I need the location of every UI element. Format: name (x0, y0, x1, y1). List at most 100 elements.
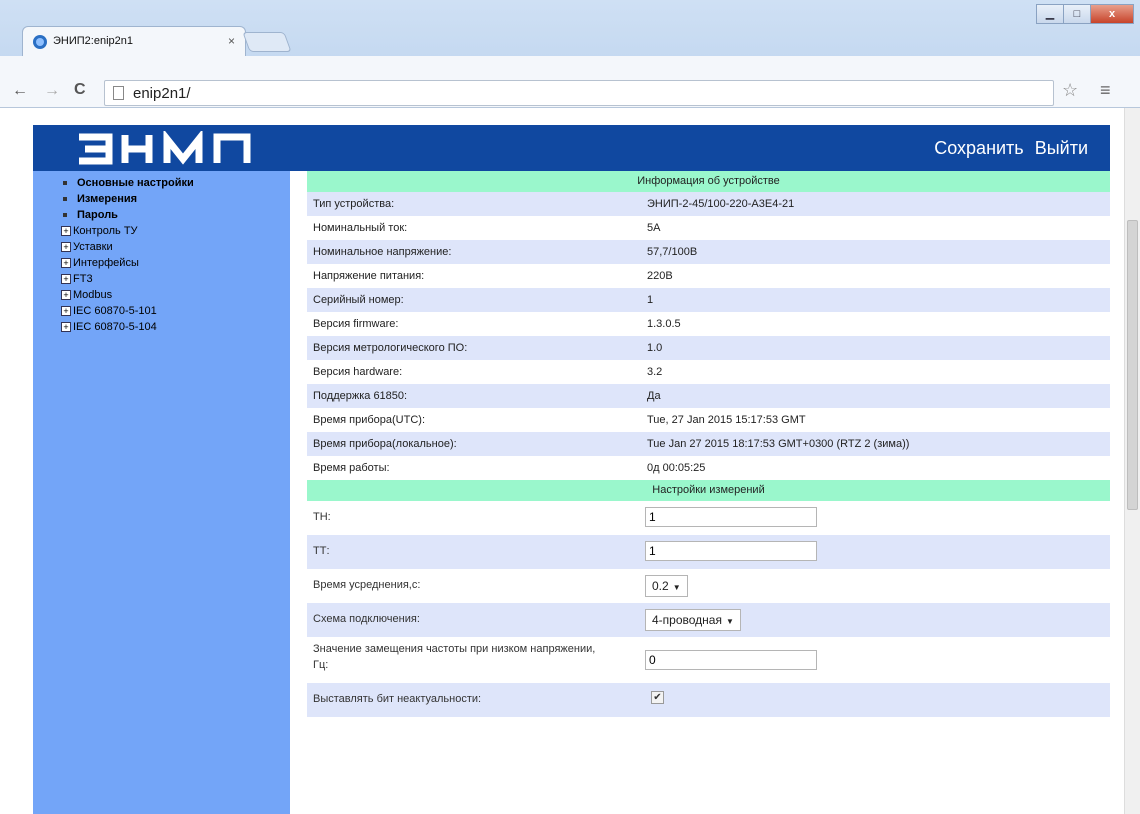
page-icon (113, 86, 124, 100)
sidebar-item-password[interactable]: Пароль (33, 207, 290, 223)
avg-time-label: Время усреднения,с: (313, 579, 421, 591)
table-row: Серийный номер: 1 (307, 288, 1110, 312)
expand-plus-icon[interactable]: + (61, 226, 71, 236)
forward-arrow-icon[interactable]: → (44, 82, 60, 100)
sidebar-item-iec-104[interactable]: + IEC 60870-5-104 (33, 319, 290, 335)
sidebar-item-ft3[interactable]: + FT3 (33, 271, 290, 287)
table-row: Поддержка 61850: Да (307, 384, 1110, 408)
back-arrow-icon[interactable]: ← (12, 82, 28, 100)
th-row: ТН: (307, 501, 1110, 535)
bullet-icon (63, 197, 67, 201)
row-key: Время прибора(локальное): (313, 438, 457, 450)
row-value: 220В (647, 270, 673, 282)
sidebar-item-setpoints[interactable]: + Уставки (33, 239, 290, 255)
row-key: Номинальный ток: (313, 222, 408, 234)
tt-input[interactable] (645, 541, 817, 561)
main-content: Информация об устройстве Тип устройства:… (307, 171, 1110, 717)
row-value: 0д 00:05:25 (647, 462, 706, 474)
page-header: Сохранить Выйти (33, 125, 1110, 171)
sidebar-item-modbus[interactable]: + Modbus (33, 287, 290, 303)
freq-label: Значение замещения частоты при низком на… (313, 643, 596, 671)
expand-plus-icon[interactable]: + (61, 258, 71, 268)
row-value: 3.2 (647, 366, 663, 378)
sidebar-item-tu-control[interactable]: + Контроль ТУ (33, 223, 290, 239)
table-row: Версия метрологического ПО: 1.0 (307, 336, 1110, 360)
row-value: 1.0 (647, 342, 663, 354)
site-favicon-icon (33, 35, 47, 49)
table-row: Версия firmware: 1.3.0.5 (307, 312, 1110, 336)
sidebar: Основные настройки Измерения Пароль + Кон… (33, 171, 290, 814)
row-key: Номинальное напряжение: (313, 246, 452, 258)
expand-plus-icon[interactable]: + (61, 242, 71, 252)
expand-plus-icon[interactable]: + (61, 274, 71, 284)
row-value: 1.3.0.5 (647, 318, 681, 330)
expand-plus-icon[interactable]: + (61, 306, 71, 316)
device-info-header: Информация об устройстве (307, 171, 1110, 192)
scrollbar-thumb[interactable] (1127, 220, 1138, 510)
freq-row: Значение замещения частоты при низком на… (307, 637, 1110, 683)
bit-checkbox[interactable]: ✔ (651, 691, 664, 704)
dropdown-arrow-icon: ▼ (672, 583, 681, 592)
address-url[interactable]: enip2n1/ (133, 85, 191, 102)
th-input[interactable] (645, 507, 817, 527)
table-row: Время прибора(локальное): Tue Jan 27 2015… (307, 432, 1110, 456)
bullet-icon (63, 213, 67, 217)
row-key: Время работы: (313, 462, 390, 474)
expand-plus-icon[interactable]: + (61, 290, 71, 300)
row-key: Напряжение питания: (313, 270, 425, 282)
table-row: Время работы: 0д 00:05:25 (307, 456, 1110, 480)
window-controls: ▁ □ x (1036, 4, 1134, 26)
bullet-icon (63, 181, 67, 185)
browser-menu-icon[interactable]: ≡ (1100, 80, 1111, 101)
sidebar-item-main-settings[interactable]: Основные настройки (33, 175, 290, 191)
row-value: Да (647, 390, 661, 402)
avg-time-select[interactable]: 0.2 ▼ (645, 575, 688, 597)
sidebar-item-measurements[interactable]: Измерения (33, 191, 290, 207)
row-value: 5А (647, 222, 661, 234)
row-value: 57,7/100В (647, 246, 698, 258)
enip-logo-icon (79, 131, 251, 165)
row-value: 1 (647, 294, 654, 306)
freq-input[interactable] (645, 650, 817, 670)
tt-row: ТТ: (307, 535, 1110, 569)
header-actions: Сохранить Выйти (928, 138, 1088, 159)
table-row: Версия hardware: 3.2 (307, 360, 1110, 384)
row-key: Поддержка 61850: (313, 390, 408, 402)
page-scrollbar[interactable] (1124, 108, 1140, 814)
avg-time-row: Время усреднения,с: 0.2 ▼ (307, 569, 1110, 603)
address-bar[interactable]: enip2n1/ (104, 80, 1054, 106)
sidebar-item-iec-101[interactable]: + IEC 60870-5-101 (33, 303, 290, 319)
row-key: Серийный номер: (313, 294, 404, 306)
reload-icon[interactable]: C (74, 81, 86, 99)
scheme-label: Схема подключения: (313, 613, 420, 625)
row-key: Версия метрологического ПО: (313, 342, 468, 354)
scheme-select[interactable]: 4-проводная ▼ (645, 609, 741, 631)
dropdown-arrow-icon: ▼ (725, 617, 734, 626)
tab-close-icon[interactable]: × (228, 34, 235, 48)
table-row: Номинальный ток: 5А (307, 216, 1110, 240)
bit-row: Выставлять бит неактуальности: ✔ (307, 683, 1110, 717)
table-row: Время прибора(UTC): Tue, 27 Jan 2015 15:1… (307, 408, 1110, 432)
browser-tab[interactable]: ЭНИП2:enip2n1 × (22, 26, 246, 56)
bit-label: Выставлять бит неактуальности: (313, 693, 482, 705)
measure-settings-header: Настройки измерений (307, 480, 1110, 501)
scheme-row: Схема подключения: 4-проводная ▼ (307, 603, 1110, 637)
row-key: Версия hardware: (313, 366, 403, 378)
table-row: Номинальное напряжение: 57,7/100В (307, 240, 1110, 264)
tt-label: ТТ: (313, 545, 330, 557)
new-tab-button[interactable] (242, 32, 292, 52)
save-link[interactable]: Сохранить (934, 138, 1023, 158)
row-value: ЭНИП-2-45/100-220-А3Е4-21 (647, 198, 795, 210)
close-window-button[interactable]: x (1090, 4, 1134, 24)
row-value: Tue, 27 Jan 2015 15:17:53 GMT (647, 414, 806, 426)
row-key: Версия firmware: (313, 318, 399, 330)
row-key: Время прибора(UTC): (313, 414, 426, 426)
table-row: Тип устройства: ЭНИП-2-45/100-220-А3Е4-21 (307, 192, 1110, 216)
row-key: Тип устройства: (313, 198, 395, 210)
expand-plus-icon[interactable]: + (61, 322, 71, 332)
minimize-button[interactable]: ▁ (1036, 4, 1064, 24)
logout-link[interactable]: Выйти (1035, 138, 1088, 158)
sidebar-item-interfaces[interactable]: + Интерфейсы (33, 255, 290, 271)
bookmark-star-icon[interactable]: ☆ (1062, 80, 1078, 101)
maximize-button[interactable]: □ (1063, 4, 1091, 24)
